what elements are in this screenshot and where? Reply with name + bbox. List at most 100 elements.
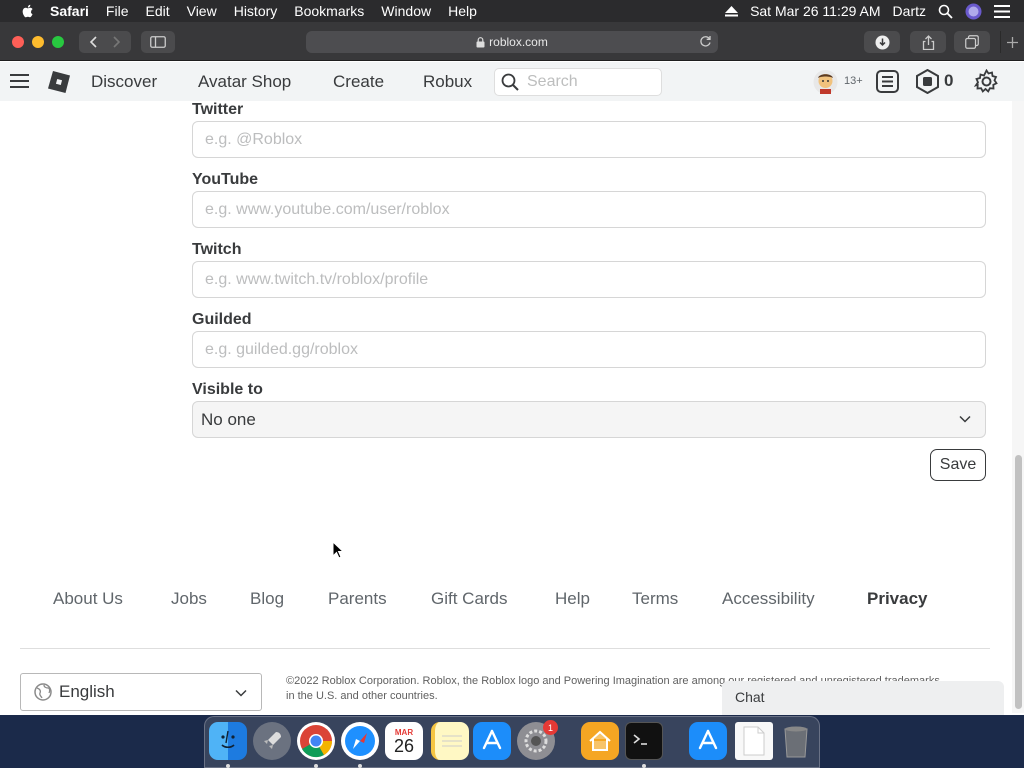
guilded-input[interactable] <box>192 331 986 368</box>
search-input[interactable] <box>527 73 647 91</box>
macos-menubar: Safari File Edit View History Bookmarks … <box>0 0 1024 22</box>
trash-icon[interactable] <box>777 722 815 760</box>
minimize-window-button[interactable] <box>32 36 44 48</box>
notes-lines-icon <box>442 735 462 747</box>
youtube-input[interactable] <box>192 191 986 228</box>
safari-window: roblox.com Discover Avatar Shop Create R… <box>0 22 1024 715</box>
safari-icon[interactable] <box>341 722 379 760</box>
nav-search-box <box>494 68 662 96</box>
app-store-folder-icon[interactable] <box>689 722 727 760</box>
document-icon[interactable] <box>735 722 773 760</box>
terminal-icon[interactable] <box>625 722 663 760</box>
twitch-label: Twitch <box>192 241 242 258</box>
age-badge: 13+ <box>844 75 863 87</box>
menu-bookmarks[interactable]: Bookmarks <box>294 3 364 19</box>
menubar-app-name[interactable]: Safari <box>50 3 89 19</box>
house-icon <box>589 730 611 751</box>
spotlight-icon[interactable] <box>938 4 953 19</box>
trash-can-icon <box>784 726 808 758</box>
chrome-icon[interactable] <box>297 722 335 760</box>
footer-help[interactable]: Help <box>555 589 590 609</box>
twitch-input[interactable] <box>192 261 986 298</box>
menu-view[interactable]: View <box>187 3 217 19</box>
sidebar-toggle-button[interactable] <box>141 31 175 53</box>
forward-icon[interactable] <box>110 36 122 48</box>
tabs-icon <box>965 35 979 49</box>
menu-window[interactable]: Window <box>381 3 431 19</box>
dock-running-indicator <box>314 764 318 768</box>
visible-to-label: Visible to <box>192 381 263 398</box>
launchpad-icon[interactable] <box>253 722 291 760</box>
language-selector[interactable]: English <box>20 673 262 711</box>
compass-icon <box>345 726 375 756</box>
youtube-label: YouTube <box>192 171 259 188</box>
eject-icon[interactable] <box>725 5 739 17</box>
zoom-window-button[interactable] <box>52 36 64 48</box>
nav-avatar-shop[interactable]: Avatar Shop <box>198 72 291 92</box>
nav-create[interactable]: Create <box>333 72 384 92</box>
scrollbar-thumb[interactable] <box>1015 455 1022 709</box>
footer-terms[interactable]: Terms <box>632 589 678 609</box>
nav-robux[interactable]: Robux <box>423 72 472 92</box>
calendar-icon[interactable]: MAR 26 <box>385 722 423 760</box>
home-icon[interactable] <box>581 722 619 760</box>
robux-count[interactable]: 0 <box>944 71 953 91</box>
chevron-down-icon <box>235 689 247 697</box>
nav-discover[interactable]: Discover <box>91 72 157 92</box>
footer-accessibility[interactable]: Accessibility <box>722 589 815 609</box>
new-tab-button[interactable] <box>1000 31 1024 53</box>
reload-icon[interactable] <box>699 35 712 48</box>
mouse-cursor-icon <box>332 541 344 559</box>
roblox-logo-icon[interactable] <box>48 71 70 93</box>
footer-parents[interactable]: Parents <box>328 589 387 609</box>
back-forward-group <box>79 31 131 53</box>
share-button[interactable] <box>910 31 946 53</box>
page-scrollbar[interactable] <box>1012 101 1024 713</box>
menubar-datetime[interactable]: Sat Mar 26 11:29 AM <box>750 3 880 19</box>
control-center-icon[interactable] <box>994 4 1010 18</box>
guilded-label: Guilded <box>192 311 252 328</box>
footer-blog[interactable]: Blog <box>250 589 284 609</box>
sidebar-icon <box>150 36 166 48</box>
save-button[interactable]: Save <box>930 449 986 481</box>
menu-file[interactable]: File <box>106 3 129 19</box>
close-window-button[interactable] <box>12 36 24 48</box>
address-bar[interactable]: roblox.com <box>306 31 718 53</box>
menubar-user[interactable]: Dartz <box>893 3 926 19</box>
footer-gift-cards[interactable]: Gift Cards <box>431 589 508 609</box>
terminal-prompt-icon <box>633 734 647 745</box>
tab-overview-button[interactable] <box>954 31 990 53</box>
twitter-input[interactable] <box>192 121 986 158</box>
menu-history[interactable]: History <box>234 3 278 19</box>
search-icon[interactable] <box>501 73 519 91</box>
chevron-down-icon <box>959 415 971 423</box>
macos-dock: MAR 26 1 <box>204 716 820 768</box>
hamburger-menu-icon[interactable] <box>10 73 29 89</box>
language-value: English <box>59 682 115 701</box>
menu-help[interactable]: Help <box>448 3 477 19</box>
dock-running-indicator <box>642 764 646 768</box>
visible-to-select[interactable]: No one <box>192 401 986 438</box>
menu-edit[interactable]: Edit <box>145 3 169 19</box>
avatar-icon[interactable] <box>813 69 838 95</box>
app-store-a-icon <box>698 729 718 750</box>
notes-icon[interactable] <box>431 722 469 760</box>
robux-icon[interactable] <box>915 69 940 94</box>
settings-gear-icon[interactable] <box>974 69 999 94</box>
footer-privacy[interactable]: Privacy <box>867 589 928 609</box>
address-url: roblox.com <box>489 35 548 49</box>
notification-badge: 1 <box>543 720 558 735</box>
messages-list-icon[interactable] <box>876 70 899 93</box>
siri-icon[interactable] <box>965 3 982 20</box>
chat-bar[interactable]: Chat <box>722 681 1004 715</box>
apple-menu-icon[interactable] <box>20 3 36 19</box>
back-icon[interactable] <box>88 36 100 48</box>
finder-icon[interactable] <box>209 722 247 760</box>
chat-label: Chat <box>735 689 765 705</box>
downloads-button[interactable] <box>864 31 900 53</box>
app-store-icon[interactable] <box>473 722 511 760</box>
footer-about-us[interactable]: About Us <box>53 589 123 609</box>
footer-jobs[interactable]: Jobs <box>171 589 207 609</box>
dock-running-indicator <box>358 764 362 768</box>
rocket-icon <box>264 732 281 749</box>
